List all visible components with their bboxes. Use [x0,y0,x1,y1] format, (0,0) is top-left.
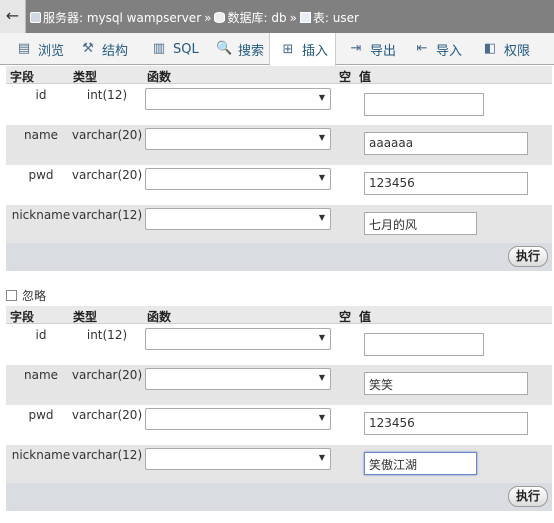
tab-browse[interactable]: ▤ 浏览 [0,33,68,65]
field-type: int(12) [86,88,128,102]
server-icon [30,12,41,23]
header-null: 空 [339,310,352,324]
tab-privileges[interactable]: ◧ 权限 [472,33,544,65]
breadcrumb-separator: » [204,10,212,25]
form-footer: 执行 [6,483,552,511]
structure-icon: ⚒ [82,41,94,56]
tab-sql[interactable]: ▥ SQL [137,33,202,65]
header-type: 类型 [73,310,98,324]
function-select[interactable] [145,88,331,110]
privileges-icon: ◧ [483,41,497,56]
header-null: 空 [339,70,352,84]
column-header: 字段 类型 函数 空 值 [6,306,552,324]
tab-label: 插入 [302,44,329,59]
value-input[interactable] [364,93,484,116]
field-type: varchar(20) [71,408,143,422]
import-icon: ⇤ [416,41,428,56]
browse-icon: ▤ [17,41,31,56]
tab-structure[interactable]: ⚒ 结构 [68,33,137,65]
table-icon [299,12,311,23]
value-input[interactable]: aaaaaa [364,132,528,155]
table-row: nickname varchar(12) 七月的风 [6,205,552,245]
breadcrumb-separator: » [289,10,297,25]
field-type: varchar(12) [71,208,143,222]
function-select[interactable] [145,208,331,230]
table-row: id int(12) [6,85,552,125]
field-name: pwd [28,168,54,182]
table-row: pwd varchar(20) 123456 [6,405,552,445]
search-icon: 🔍 [216,41,233,56]
checkbox-icon[interactable] [6,290,17,301]
tab-label: 导出 [370,43,397,59]
insert-icon: ⊞ [282,41,294,57]
tab-bar: ▤ 浏览 ⚒ 结构 ▥ SQL 🔍 搜索 ⊞ 插入 ⇥ 导出 ⇤ 导入 ◧ 权限 [0,33,554,66]
field-name: id [35,328,47,342]
tab-label: 导入 [436,43,463,59]
field-name: name [23,368,59,382]
execute-button[interactable]: 执行 [507,486,548,507]
execute-button[interactable]: 执行 [507,246,548,267]
header-function: 函数 [147,70,172,84]
table-row: id int(12) [6,325,552,365]
tab-export[interactable]: ⇥ 导出 [336,33,404,65]
tab-label: 结构 [102,43,129,59]
function-select[interactable] [145,368,331,390]
header-field: 字段 [10,310,35,324]
function-select[interactable] [145,168,331,190]
breadcrumb: ← 服务器: mysql wampserver » 数据库: db » 表: u… [0,0,554,33]
ignore-checkbox[interactable]: 忽略 [6,287,46,304]
ignore-label: 忽略 [22,289,47,303]
tab-label: 搜索 [238,43,265,59]
table-row: nickname varchar(12) 笑傲江湖 [6,445,552,485]
export-icon: ⇥ [350,41,362,56]
value-input[interactable]: 笑笑 [364,372,528,395]
field-name: nickname [11,208,71,222]
field-type: varchar(20) [71,368,143,382]
tab-label: 浏览 [38,43,65,59]
sql-icon: ▥ [152,41,166,56]
header-function: 函数 [147,310,172,324]
table-row: name varchar(20) 笑笑 [6,365,552,405]
value-input[interactable]: 七月的风 [364,212,477,235]
field-type: varchar(12) [71,448,143,462]
breadcrumb-table[interactable]: 表: user [313,9,359,26]
function-select[interactable] [145,408,331,430]
function-select[interactable] [145,328,331,350]
field-name: pwd [28,408,54,422]
header-value: 值 [359,310,372,324]
field-name: nickname [11,448,71,462]
breadcrumb-database[interactable]: 数据库: db [227,9,286,26]
header-value: 值 [359,70,372,84]
field-type: int(12) [86,328,128,342]
header-type: 类型 [73,70,98,84]
tab-label: 权限 [504,43,531,59]
field-type: varchar(20) [71,168,143,182]
function-select[interactable] [145,128,331,150]
database-icon [214,12,226,23]
table-row: name varchar(20) aaaaaa [6,125,552,165]
breadcrumb-server[interactable]: 服务器: mysql wampserver [43,9,201,26]
tab-label: SQL [173,41,199,57]
tab-search[interactable]: 🔍 搜索 [202,33,269,65]
field-name: id [35,88,47,102]
tab-insert[interactable]: ⊞ 插入 [269,33,336,66]
tab-import[interactable]: ⇤ 导入 [404,33,472,65]
function-select[interactable] [145,448,331,470]
value-input[interactable]: 笑傲江湖 [364,452,477,475]
field-type: varchar(20) [71,128,143,142]
header-field: 字段 [10,70,35,84]
value-input[interactable] [364,333,484,356]
value-input[interactable]: 123456 [364,412,528,435]
value-input[interactable]: 123456 [364,172,528,195]
table-row: pwd varchar(20) 123456 [6,165,552,205]
field-name: name [23,128,59,142]
column-header: 字段 类型 函数 空 值 [6,66,552,84]
back-arrow-icon[interactable]: ← [0,0,26,33]
form-footer: 执行 [6,243,552,271]
